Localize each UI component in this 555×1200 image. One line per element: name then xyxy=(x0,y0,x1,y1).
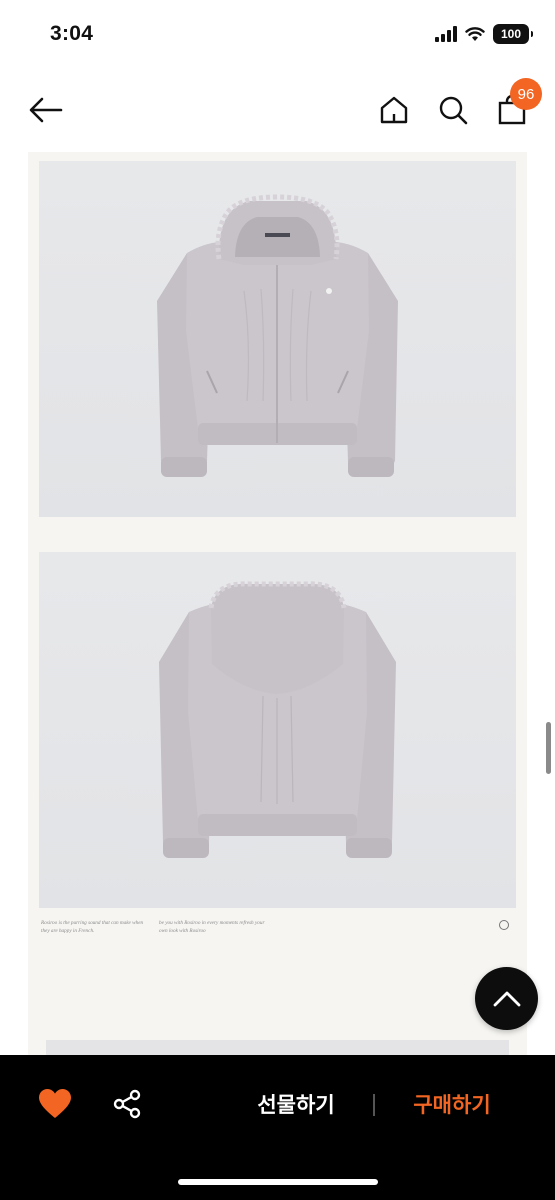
home-indicator xyxy=(178,1179,378,1185)
scroll-to-top-button[interactable] xyxy=(475,967,538,1030)
jacket-front-illustration xyxy=(157,194,398,477)
cart-count-badge: 96 xyxy=(510,78,542,110)
app-header xyxy=(0,70,555,150)
brand-caption-left: Rosiroo is the purring sound that can ma… xyxy=(41,920,144,934)
back-button[interactable] xyxy=(26,92,66,128)
buy-button[interactable]: 구매하기 xyxy=(388,1085,516,1123)
product-image-back xyxy=(39,552,516,908)
home-icon xyxy=(380,96,408,124)
product-image-next xyxy=(46,1040,509,1055)
jacket-back-illustration xyxy=(159,581,396,858)
chevron-up-icon xyxy=(493,991,520,1006)
product-detail-content: Rosiroo is the purring sound that can ma… xyxy=(28,152,527,1055)
signal-icon xyxy=(435,26,457,42)
gift-button[interactable]: 선물하기 xyxy=(232,1085,360,1123)
scrollbar[interactable] xyxy=(546,722,551,774)
back-arrow-icon xyxy=(29,97,63,123)
product-image-front xyxy=(39,161,516,517)
status-indicators: 100 xyxy=(435,24,533,44)
heart-icon xyxy=(39,1089,71,1118)
home-button[interactable] xyxy=(374,90,414,130)
share-button[interactable] xyxy=(111,1088,143,1120)
wifi-icon xyxy=(465,27,485,41)
brand-logo-mark xyxy=(499,920,509,930)
status-time: 3:04 xyxy=(50,22,94,45)
status-bar: 3:04 100 xyxy=(0,0,555,70)
bottom-action-bar: 선물하기 구매하기 xyxy=(0,1055,555,1200)
search-icon xyxy=(439,96,468,125)
bar-divider xyxy=(373,1094,375,1116)
search-button[interactable] xyxy=(433,90,473,130)
like-button[interactable] xyxy=(38,1088,72,1120)
battery-indicator: 100 xyxy=(493,24,533,44)
brand-caption-right: be you with Rosiroo in every moments ref… xyxy=(159,920,265,934)
share-icon xyxy=(113,1089,141,1119)
